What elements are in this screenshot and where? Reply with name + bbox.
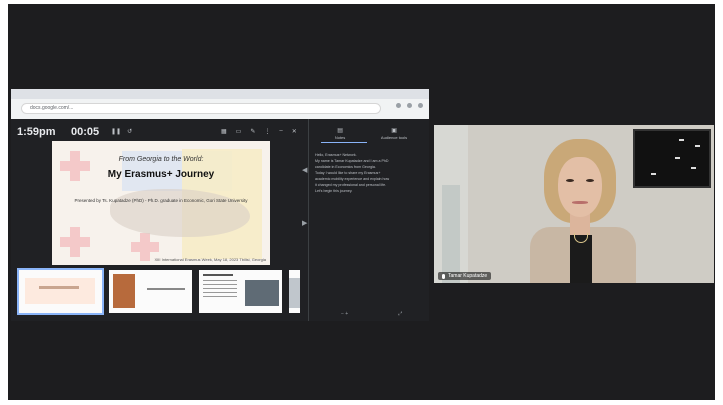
extension-icon[interactable] [396,103,401,108]
browser-tab-strip[interactable] [11,89,429,99]
presentation-timer: 00:05 [71,126,100,138]
slide-thumbnail[interactable] [109,270,192,313]
participant-video[interactable]: Tamar Kupatadze [434,125,714,283]
more-icon[interactable]: ⋮ [264,128,270,135]
address-bar[interactable]: docs.google.com/... [21,103,381,114]
clock-time: 1:59pm [17,126,56,138]
minimize-icon[interactable]: – [279,128,282,135]
panel-divider[interactable] [308,119,309,321]
wall-tv [633,129,711,188]
notes-zoom-controls: − + ⤢ [341,311,402,317]
previous-slide-icon[interactable]: ◀ [302,166,307,174]
timer-controls: ❚❚ ↺ [111,128,132,135]
slide-body: Presented by Ts. Kupatadze (PhD) - Ph.D.… [74,198,248,203]
slide-subtitle: From Georgia to the World: [118,156,204,163]
participant-name-tag: Tamar Kupatadze [438,272,492,280]
browser-toolbar: docs.google.com/... [11,89,429,119]
pause-timer-button[interactable]: ❚❚ [111,128,121,135]
door [442,185,460,283]
slide-thumbnail[interactable] [199,270,282,313]
meeting-frame: docs.google.com/... 1:59pm 00:05 ❚❚ ↺ ▦ … [8,4,715,400]
slide-thumbnail[interactable] [289,270,300,313]
note-line: Let's begin this journey. [315,189,353,193]
menu-icon[interactable] [418,103,423,108]
participant-person [522,139,642,283]
next-slide-icon[interactable]: ▶ [302,219,307,227]
screen-icon[interactable]: ▭ [236,128,242,135]
browser-window-controls [396,103,423,108]
georgian-cross [131,242,159,252]
notes-tabs: ▤ Notes ▣ Audience tools [317,127,425,141]
slide-footer: XIII International Erasmus Week, May 18,… [154,257,266,262]
current-slide: From Georgia to the World: My Erasmus+ J… [52,141,270,265]
slide-thumbnail[interactable] [17,268,104,315]
presenter-tools: ▦ ▭ ✎ ⋮ – ✕ [221,128,297,135]
notes-icon: ▤ [337,128,343,134]
shared-screen: docs.google.com/... 1:59pm 00:05 ❚❚ ↺ ▦ … [11,89,429,321]
speaker-notes[interactable]: Hello, Erasmus+ Network. My name is Tama… [315,152,423,194]
slide-thumbnails [17,268,300,315]
presenter-view: 1:59pm 00:05 ❚❚ ↺ ▦ ▭ ✎ ⋮ – ✕ From Georg… [11,119,429,321]
microphone-icon [442,273,445,279]
tab-notes[interactable]: ▤ Notes [335,127,345,141]
tab-audience-tools[interactable]: ▣ Audience tools [381,127,407,141]
close-icon[interactable]: ✕ [292,128,297,135]
audience-icon: ▣ [391,128,397,134]
slide-title: My Erasmus+ Journey [107,169,215,180]
active-tab-indicator [321,142,367,143]
grid-icon[interactable]: ▦ [221,128,227,135]
georgian-cross [60,237,90,247]
pointer-icon[interactable]: ✎ [250,128,255,135]
profile-icon[interactable] [407,103,412,108]
reset-timer-button[interactable]: ↺ [127,128,132,135]
zoom-out-icon[interactable]: − + [341,311,348,317]
participant-name: Tamar Kupatadze [448,273,488,279]
expand-icon[interactable]: ⤢ [398,311,402,317]
